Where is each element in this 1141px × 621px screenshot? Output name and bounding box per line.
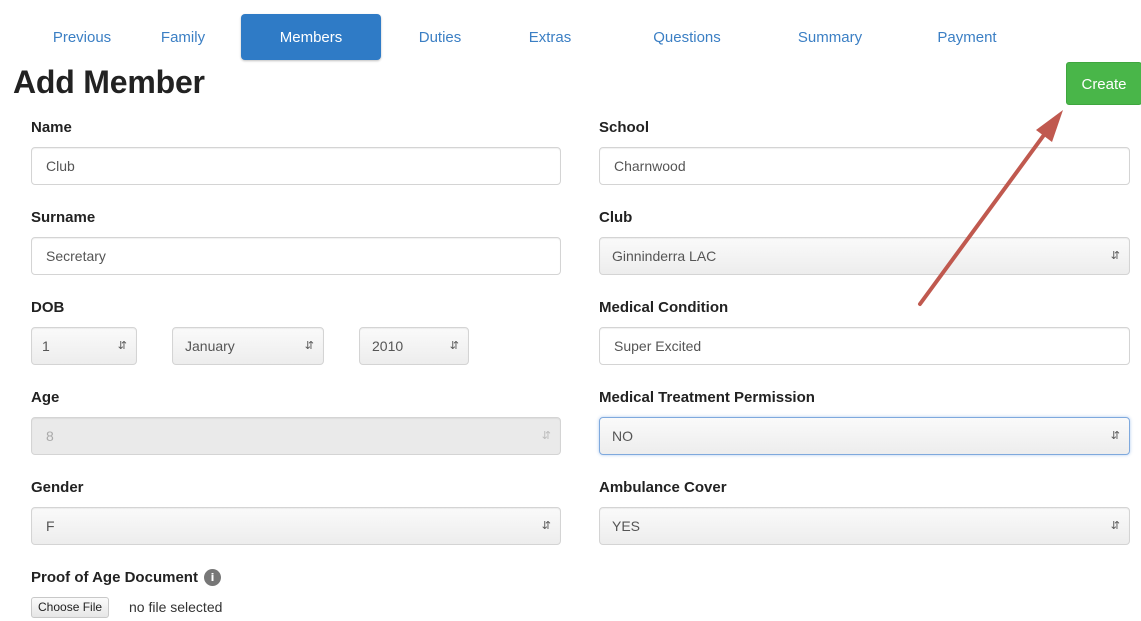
dob-day-caret-icon: ⇵ bbox=[117, 340, 127, 352]
tab-duties[interactable]: Duties bbox=[405, 14, 475, 60]
page-title: Add Member bbox=[13, 64, 205, 100]
dob-day-value: 1 bbox=[42, 338, 50, 354]
club-label: Club bbox=[599, 209, 633, 226]
ambulance-cover-value: YES bbox=[612, 518, 641, 534]
school-label: School bbox=[599, 119, 650, 136]
dob-label: DOB bbox=[31, 299, 65, 316]
surname-input[interactable]: Secretary bbox=[31, 237, 561, 275]
medical-permission-caret-icon: ⇵ bbox=[1110, 430, 1120, 442]
medical-permission-label: Medical Treatment Permission bbox=[599, 389, 815, 406]
proof-of-age-label-text: Proof of Age Document bbox=[31, 569, 198, 586]
proof-of-age-label: Proof of Age Document i bbox=[31, 569, 221, 586]
club-select[interactable]: Ginninderra LAC ⇵ bbox=[599, 237, 1130, 275]
surname-value: Secretary bbox=[46, 248, 106, 264]
ambulance-cover-select[interactable]: YES ⇵ bbox=[599, 507, 1130, 545]
choose-file-button[interactable]: Choose File bbox=[31, 597, 110, 618]
tab-summary[interactable]: Summary bbox=[785, 14, 875, 60]
dob-month-select[interactable]: January ⇵ bbox=[172, 327, 324, 365]
dob-day-select[interactable]: 1 ⇵ bbox=[31, 327, 137, 365]
dob-year-value: 2010 bbox=[372, 338, 404, 354]
school-input[interactable]: Charnwood bbox=[599, 147, 1130, 185]
medical-condition-value: Super Excited bbox=[614, 338, 702, 354]
ambulance-cover-caret-icon: ⇵ bbox=[1110, 520, 1120, 532]
tab-family[interactable]: Family bbox=[150, 14, 216, 60]
info-icon[interactable]: i bbox=[203, 569, 221, 586]
age-stepper-icon: ⇵ bbox=[541, 430, 551, 442]
tab-members[interactable]: Members bbox=[241, 14, 381, 60]
tab-previous[interactable]: Previous bbox=[40, 14, 124, 60]
name-value: Club bbox=[46, 158, 75, 174]
club-caret-icon: ⇵ bbox=[1110, 250, 1120, 262]
medical-permission-select[interactable]: NO ⇵ bbox=[599, 417, 1130, 455]
tab-extras[interactable]: Extras bbox=[515, 14, 585, 60]
gender-select[interactable]: F ⇵ bbox=[31, 507, 561, 545]
file-status: no file selected bbox=[129, 599, 223, 615]
gender-value: F bbox=[46, 518, 55, 534]
dob-year-caret-icon: ⇵ bbox=[449, 340, 459, 352]
create-button[interactable]: Create bbox=[1066, 62, 1141, 105]
school-value: Charnwood bbox=[614, 158, 686, 174]
gender-label: Gender bbox=[31, 479, 84, 496]
tab-questions[interactable]: Questions bbox=[640, 14, 734, 60]
medical-condition-label: Medical Condition bbox=[599, 299, 729, 316]
medical-permission-value: NO bbox=[612, 428, 633, 444]
age-value: 8 bbox=[46, 428, 54, 444]
dob-month-caret-icon: ⇵ bbox=[304, 340, 314, 352]
age-input: 8 ⇵ bbox=[31, 417, 561, 455]
dob-year-select[interactable]: 2010 ⇵ bbox=[359, 327, 469, 365]
club-value: Ginninderra LAC bbox=[612, 248, 717, 264]
medical-condition-input[interactable]: Super Excited bbox=[599, 327, 1130, 365]
age-label: Age bbox=[31, 389, 60, 406]
name-input[interactable]: Club bbox=[31, 147, 561, 185]
gender-caret-icon: ⇵ bbox=[541, 520, 551, 532]
dob-month-value: January bbox=[185, 338, 235, 354]
ambulance-cover-label: Ambulance Cover bbox=[599, 479, 727, 496]
surname-label: Surname bbox=[31, 209, 96, 226]
tab-payment[interactable]: Payment bbox=[925, 14, 1009, 60]
wizard-nav: Previous Family Members Duties Extras Qu… bbox=[0, 14, 1141, 62]
name-label: Name bbox=[31, 119, 72, 136]
